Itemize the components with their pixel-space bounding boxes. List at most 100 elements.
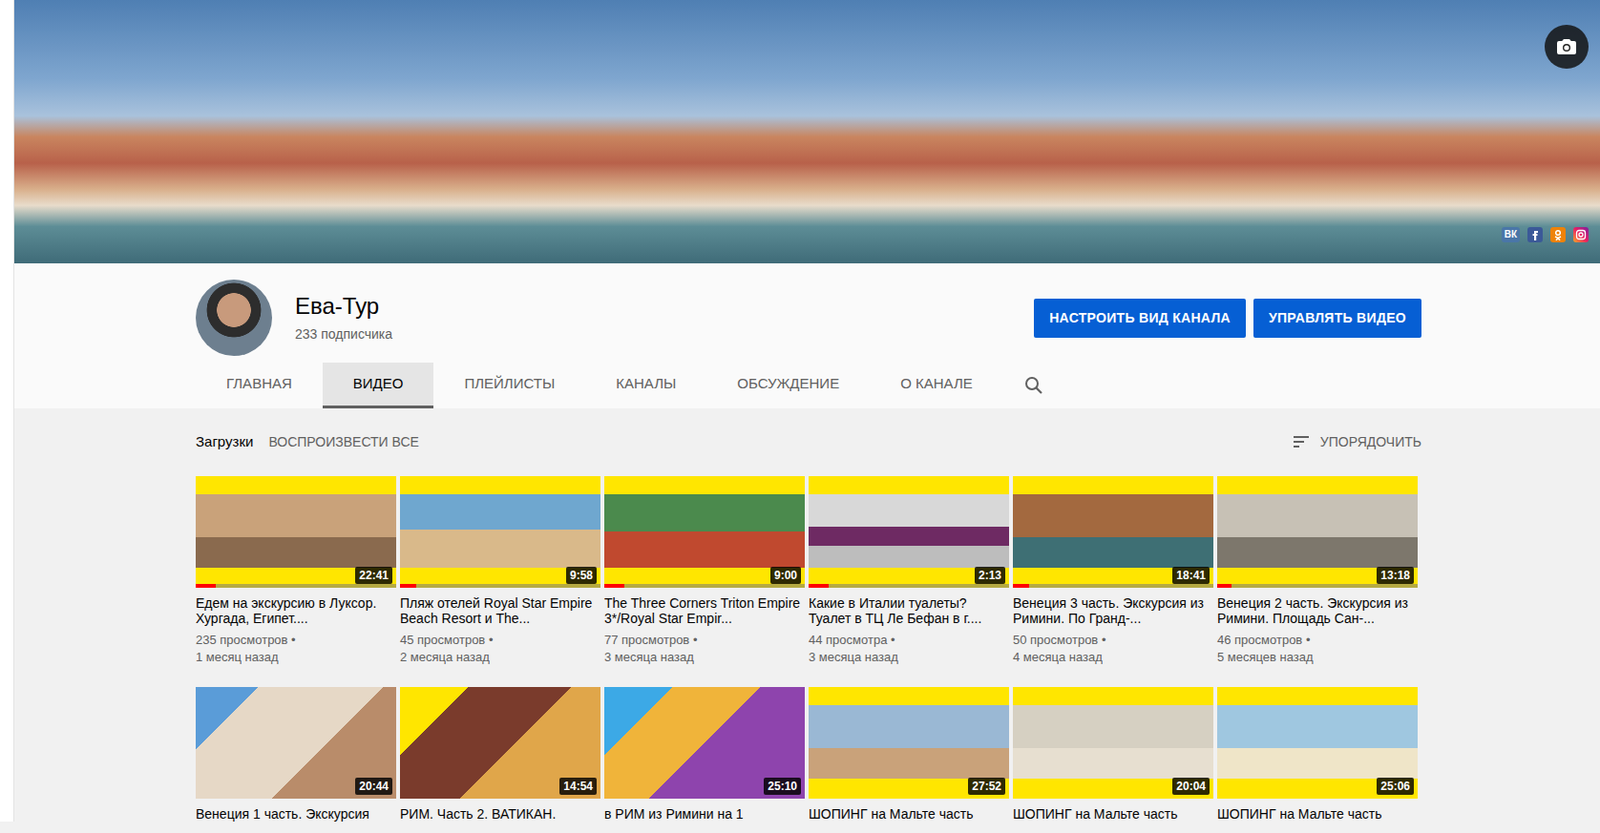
video-thumbnail[interactable]: 22:41 — [195, 476, 397, 589]
channel-banner: ВК — [14, 0, 1600, 264]
customize-channel-button[interactable]: НАСТРОИТЬ ВИД КАНАЛА — [1033, 298, 1246, 338]
video-grid: 22:41 Едем на экскурсию в Луксор. Хургада… — [195, 476, 1422, 822]
video-card[interactable]: 2:13 Какие в Италии туалеты? Туалет в ТЦ … — [808, 476, 1010, 667]
video-thumbnail[interactable]: 20:44 — [195, 687, 397, 800]
video-thumbnail[interactable]: 14:54 — [400, 687, 601, 800]
video-duration: 27:52 — [968, 778, 1006, 796]
video-age: 2 месяца назад — [400, 649, 601, 667]
social-link[interactable] — [1550, 227, 1566, 243]
video-title[interactable]: в РИМ из Римини на 1 — [604, 806, 805, 822]
channel-tab[interactable]: О КАНАЛЕ — [869, 362, 1004, 409]
instagram-icon — [1575, 229, 1587, 241]
watch-progress — [400, 584, 601, 589]
watch-progress-fill — [400, 584, 417, 589]
video-thumbnail[interactable]: 27:52 — [808, 687, 1010, 800]
video-age: 3 месяца назад — [808, 649, 1010, 667]
social-link[interactable] — [1573, 227, 1589, 243]
social-link[interactable] — [1527, 227, 1543, 243]
video-card[interactable]: 25:06 ШОПИНГ на Мальте часть — [1217, 687, 1418, 822]
video-thumbnail[interactable]: 18:41 — [1012, 476, 1214, 589]
video-duration: 2:13 — [974, 567, 1006, 585]
watch-progress — [195, 584, 397, 589]
sort-button[interactable]: УПОРЯДОЧИТЬ — [1291, 432, 1422, 453]
video-views: 46 просмотров • — [1217, 631, 1418, 650]
video-card[interactable]: 14:54 РИМ. Часть 2. ВАТИКАН. — [400, 687, 601, 822]
video-card[interactable]: 13:18 Венеция 2 часть. Экскурсия из Римин… — [1217, 476, 1418, 667]
video-age: 5 месяцев назад — [1217, 649, 1418, 667]
video-thumbnail[interactable]: 2:13 — [808, 476, 1010, 589]
video-card[interactable]: 25:10 в РИМ из Римини на 1 — [604, 687, 805, 822]
video-title[interactable]: Едем на экскурсию в Луксор. Хургада, Еги… — [195, 595, 397, 627]
video-card[interactable]: 18:41 Венеция 3 часть. Экскурсия из Римин… — [1012, 476, 1214, 667]
video-card[interactable]: 22:41 Едем на экскурсию в Луксор. Хургада… — [195, 476, 397, 667]
video-views: 45 просмотров • — [400, 631, 601, 650]
facebook-icon — [1529, 229, 1541, 241]
video-title[interactable]: Венеция 1 часть. Экскурсия — [195, 806, 397, 822]
banner-edit-button[interactable] — [1544, 24, 1589, 69]
channel-page: ВК Ева-Тур233 подписчикаНАСТРОИТЬ ВИД КАН… — [14, 0, 1600, 822]
video-card[interactable]: 9:00 The Three Corners Triton Empire 3*/R… — [604, 476, 805, 667]
watch-progress — [1012, 584, 1214, 589]
video-title[interactable]: Венеция 2 часть. Экскурсия из Римини. Пл… — [1217, 595, 1418, 627]
video-title[interactable]: The Three Corners Triton Empire 3*/Royal… — [604, 595, 805, 627]
video-duration: 25:10 — [763, 778, 801, 796]
channel-search-button[interactable] — [1003, 362, 1065, 409]
video-title[interactable]: Венеция 3 часть. Экскурсия из Римини. По… — [1012, 595, 1214, 627]
video-views: 235 просмотров • — [195, 631, 397, 650]
section-header: Загрузки ВОСПРОИЗВЕСТИ ВСЕ УПОРЯДОЧИТЬ — [195, 408, 1422, 477]
video-age: 1 месяц назад — [195, 649, 397, 667]
channel-avatar[interactable] — [195, 279, 273, 357]
video-views: 44 просмотра • — [808, 631, 1010, 650]
video-card[interactable]: 9:58 Пляж отелей Royal Star Empire Beach … — [400, 476, 601, 667]
video-duration: 13:18 — [1376, 567, 1414, 585]
video-thumbnail[interactable]: 9:00 — [604, 476, 805, 589]
sort-icon — [1291, 432, 1311, 452]
video-thumbnail[interactable]: 25:06 — [1217, 687, 1418, 800]
watch-progress-fill — [1217, 584, 1232, 589]
video-card[interactable]: 27:52 ШОПИНГ на Мальте часть — [808, 687, 1010, 822]
video-thumbnail[interactable]: 9:58 — [400, 476, 601, 589]
video-thumbnail[interactable]: 13:18 — [1217, 476, 1418, 589]
social-links: ВК — [1501, 227, 1589, 243]
channel-actions: НАСТРОИТЬ ВИД КАНАЛАУПРАВЛЯТЬ ВИДЕО — [1033, 298, 1422, 338]
ok-icon — [1552, 229, 1564, 241]
social-link[interactable]: ВК — [1501, 227, 1520, 243]
channel-tab[interactable]: КАНАЛЫ — [585, 362, 707, 409]
video-card[interactable]: 20:44 Венеция 1 часть. Экскурсия — [195, 687, 397, 822]
video-title[interactable]: ШОПИНГ на Мальте часть — [1012, 806, 1214, 822]
watch-progress — [604, 584, 805, 589]
video-duration: 14:54 — [559, 778, 597, 796]
video-section: Загрузки ВОСПРОИЗВЕСТИ ВСЕ УПОРЯДОЧИТЬ 22:4… — [195, 408, 1422, 822]
section-title: Загрузки — [195, 431, 253, 454]
channel-info: Ева-Тур233 подписчикаНАСТРОИТЬ ВИД КАНАЛ… — [195, 279, 1422, 357]
video-age: 3 месяца назад — [604, 649, 805, 667]
video-duration: 20:44 — [355, 778, 393, 796]
video-duration: 9:58 — [566, 567, 597, 585]
channel-tab[interactable]: ВИДЕО — [322, 362, 435, 409]
video-duration: 20:04 — [1172, 778, 1210, 796]
search-icon — [1022, 374, 1046, 398]
channel-tab[interactable]: ГЛАВНАЯ — [195, 362, 323, 409]
watch-progress-fill — [1012, 584, 1030, 589]
video-title[interactable]: ШОПИНГ на Мальте часть — [1217, 806, 1418, 822]
watch-progress-fill — [808, 584, 829, 589]
camera-icon — [1555, 35, 1579, 59]
channel-tab[interactable]: ПЛЕЙЛИСТЫ — [433, 362, 586, 409]
video-thumbnail[interactable]: 20:04 — [1012, 687, 1214, 800]
watch-progress-fill — [604, 584, 625, 589]
video-title[interactable]: ШОПИНГ на Мальте часть — [808, 806, 1010, 822]
video-title[interactable]: РИМ. Часть 2. ВАТИКАН. — [400, 806, 601, 822]
video-title[interactable]: Пляж отелей Royal Star Empire Beach Reso… — [400, 595, 601, 627]
video-age: 4 месяца назад — [1012, 649, 1214, 667]
video-duration: 18:41 — [1172, 567, 1210, 585]
channel-tab[interactable]: ОБСУЖДЕНИЕ — [706, 362, 870, 409]
video-title[interactable]: Какие в Италии туалеты? Туалет в ТЦ Ле Б… — [808, 595, 1010, 627]
channel-tabs: ГЛАВНАЯВИДЕОПЛЕЙЛИСТЫКАНАЛЫОБСУЖДЕНИЕО К… — [195, 362, 1422, 409]
video-views: 50 просмотров • — [1012, 631, 1214, 650]
video-card[interactable]: 20:04 ШОПИНГ на Мальте часть — [1012, 687, 1214, 822]
play-all-button[interactable]: ВОСПРОИЗВЕСТИ ВСЕ — [268, 432, 420, 453]
manage-videos-button[interactable]: УПРАВЛЯТЬ ВИДЕО — [1253, 298, 1422, 338]
video-duration: 25:06 — [1376, 778, 1414, 796]
video-duration: 9:00 — [770, 567, 801, 585]
video-thumbnail[interactable]: 25:10 — [604, 687, 805, 800]
